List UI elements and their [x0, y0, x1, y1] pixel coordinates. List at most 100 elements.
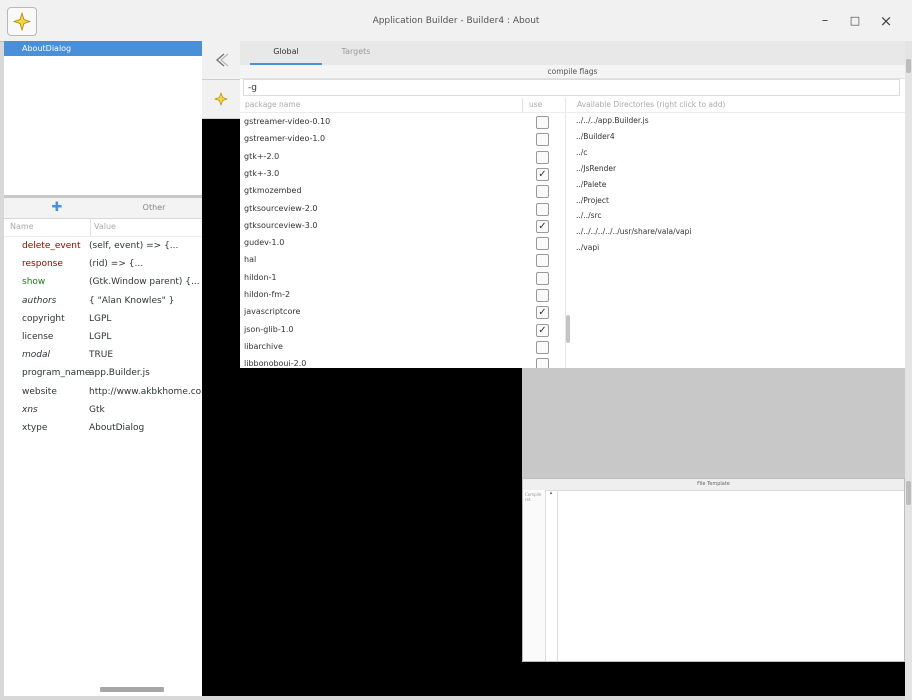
directory-item[interactable]: ../Builder4	[576, 129, 615, 145]
property-value: (self, event) => {...	[89, 241, 179, 251]
column-header-directories[interactable]: Available Directories (right click to ad…	[577, 98, 725, 112]
package-name: libbonoboui-2.0	[244, 359, 307, 368]
use-checkbox[interactable]: ✓	[536, 219, 549, 233]
package-row[interactable]: gtkmozembed	[240, 182, 565, 199]
package-name: gstreamer-video-0.10	[244, 117, 331, 126]
title-bar: Application Builder - Builder4 : About –…	[0, 0, 912, 42]
settings-tabs: Global Targets	[240, 41, 905, 66]
property-row[interactable]: modal TRUE	[4, 346, 202, 364]
close-button[interactable]: ×	[876, 11, 896, 31]
directory-item[interactable]: ../c	[576, 145, 587, 161]
directory-item[interactable]: ../JsRender	[576, 161, 616, 177]
package-name: hildon-1	[244, 272, 277, 282]
tab-global[interactable]: Global	[250, 41, 322, 65]
property-row[interactable]: show (Gtk.Window parent) {...	[4, 273, 202, 291]
directory-item[interactable]: ../Palete	[576, 177, 606, 193]
package-name: gudev-1.0	[244, 238, 285, 248]
use-checkbox[interactable]	[536, 254, 549, 268]
property-name: authors	[22, 295, 57, 306]
use-checkbox[interactable]	[536, 202, 549, 216]
package-name: hildon-fm-2	[244, 290, 291, 299]
compile-flags-label: compile flags	[240, 65, 905, 79]
package-row[interactable]: gtk+-2.0	[240, 148, 565, 165]
column-header-value[interactable]: Value	[90, 218, 116, 236]
use-checkbox[interactable]	[536, 237, 549, 251]
property-row[interactable]: program_name app.Builder.js	[4, 364, 202, 382]
tab-targets[interactable]: Targets	[320, 41, 392, 63]
directory-item[interactable]: ../../../../../../usr/share/vala/vapi	[576, 224, 691, 240]
use-checkbox[interactable]	[536, 133, 549, 147]
property-row[interactable]: authors { "Alan Knowles" }	[4, 292, 202, 310]
package-list: package name use gstreamer-video-0.10 gst…	[240, 98, 566, 368]
directory-item[interactable]: ../../../app.Builder.js	[576, 113, 649, 129]
use-checkbox[interactable]: ✓	[536, 167, 549, 181]
package-row[interactable]: libbonoboui-2.0	[240, 355, 565, 368]
package-name: gtksourceview-2.0	[244, 203, 318, 213]
property-row[interactable]: xns Gtk	[4, 401, 202, 419]
package-row[interactable]: hildon-fm-2	[240, 286, 565, 303]
use-checkbox[interactable]	[536, 289, 549, 302]
column-header-name[interactable]: Name	[10, 218, 34, 236]
package-name: javascriptcore	[244, 307, 301, 317]
sparkle-button[interactable]	[202, 80, 240, 119]
directory-item[interactable]: ../Project	[576, 193, 609, 209]
property-name: website	[22, 386, 57, 397]
package-row[interactable]: gudev-1.0	[240, 234, 565, 251]
package-row[interactable]: hal	[240, 251, 565, 268]
use-checkbox[interactable]	[536, 116, 549, 129]
maximize-button[interactable]: □	[845, 11, 865, 31]
package-name: gtk+-3.0	[244, 168, 280, 178]
property-row[interactable]: xtype AboutDialog	[4, 419, 202, 437]
project-settings-panel: Global Targets compile flags package nam…	[240, 41, 905, 368]
use-checkbox[interactable]: ✓	[536, 323, 549, 337]
package-row[interactable]: json-glib-1.0 ✓	[240, 321, 565, 338]
window-scrollbar[interactable]	[905, 41, 912, 700]
use-checkbox[interactable]	[536, 185, 549, 199]
use-checkbox[interactable]: ✓	[536, 306, 549, 320]
use-checkbox[interactable]	[536, 340, 549, 354]
package-list-header: package name use	[240, 98, 565, 113]
directory-list: Available Directories (right click to ad…	[565, 98, 905, 368]
plus-icon[interactable]: ✚	[49, 200, 65, 216]
property-row[interactable]: website http://www.akbkhome.com	[4, 383, 202, 401]
property-row[interactable]: delete_event (self, event) => {...	[4, 237, 202, 255]
property-tabs: ✚ Other	[4, 198, 202, 219]
tab-other[interactable]: Other	[124, 198, 184, 218]
tree-item-aboutdialog[interactable]: AboutDialog	[4, 41, 202, 56]
scrollbar-thumb[interactable]	[906, 481, 911, 505]
package-row[interactable]: javascriptcore ✓	[240, 303, 565, 320]
use-checkbox[interactable]	[536, 271, 549, 285]
package-name: gtk+-2.0	[244, 151, 280, 161]
package-row[interactable]: gstreamer-video-1.0	[240, 130, 565, 147]
property-name: license	[22, 332, 54, 342]
horizontal-scrollbar[interactable]	[100, 687, 164, 692]
package-name: hal	[244, 255, 257, 265]
back-button[interactable]	[202, 41, 240, 80]
directory-item[interactable]: ../vapi	[576, 240, 599, 256]
column-header-package-name[interactable]: package name	[245, 98, 300, 112]
empty-gray-area	[522, 368, 905, 478]
back-arrow-icon	[215, 53, 229, 67]
property-row[interactable]: copyright LGPL	[4, 310, 202, 328]
package-row[interactable]: gtksourceview-2.0	[240, 200, 565, 217]
use-checkbox[interactable]	[536, 150, 549, 164]
package-row[interactable]: gstreamer-video-0.10	[240, 113, 565, 130]
minimize-button[interactable]: –	[815, 11, 835, 31]
use-checkbox[interactable]	[536, 358, 549, 368]
vertical-toolbar	[202, 41, 240, 120]
column-header-use[interactable]: use	[522, 98, 565, 112]
scrollbar-thumb[interactable]	[906, 59, 911, 73]
package-row[interactable]: gtksourceview-3.0 ✓	[240, 217, 565, 234]
package-row[interactable]: hildon-1	[240, 269, 565, 286]
app-menu-button[interactable]	[7, 7, 37, 36]
package-row[interactable]: gtk+-3.0 ✓	[240, 165, 565, 182]
property-name: copyright	[22, 313, 65, 324]
property-value: LGPL	[89, 332, 112, 342]
sparkle-icon	[12, 11, 32, 32]
property-row[interactable]: response (rid) => {...	[4, 255, 202, 273]
property-row[interactable]: license LGPL	[4, 328, 202, 346]
compile-flags-input[interactable]	[243, 79, 900, 96]
package-row[interactable]: libarchive	[240, 338, 565, 355]
directory-item[interactable]: ../../src	[576, 208, 602, 224]
directory-scrollbar[interactable]	[566, 315, 570, 343]
